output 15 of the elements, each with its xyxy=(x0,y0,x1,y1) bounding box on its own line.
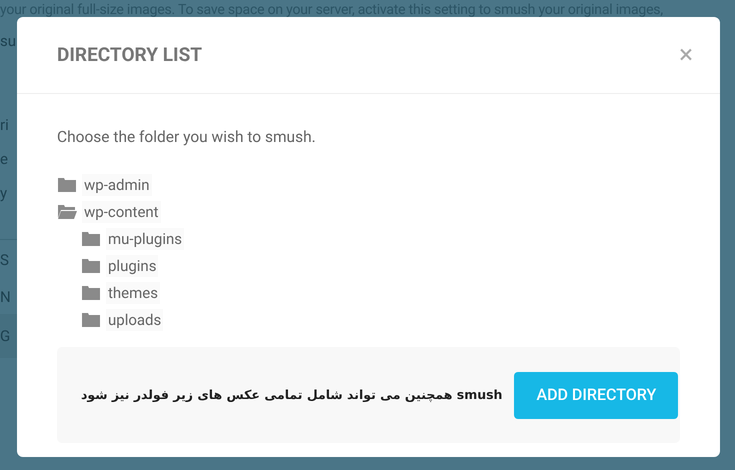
folder-item[interactable]: themes xyxy=(106,282,160,304)
open-folder-icon xyxy=(57,204,77,220)
folder-item[interactable]: uploads xyxy=(106,308,164,331)
footer-note: smush همچنین می تواند شامل تمامی عکس های زیر فولدر نیز شود xyxy=(81,386,502,404)
folder-icon xyxy=(57,176,77,193)
folder-icon xyxy=(81,312,101,328)
folder-item[interactable]: mu-plugins xyxy=(106,228,184,250)
dialog-title: DIRECTORY LIST xyxy=(57,42,202,68)
folder-item[interactable]: wp-admin xyxy=(82,174,152,196)
prompt-text: Choose the folder you wish to smush. xyxy=(57,127,317,148)
folder-icon xyxy=(81,284,101,301)
folder-item[interactable]: wp-content xyxy=(82,200,161,223)
folder-icon xyxy=(81,258,101,274)
folder-item[interactable]: plugins xyxy=(106,254,158,277)
folder-icon xyxy=(81,230,101,247)
